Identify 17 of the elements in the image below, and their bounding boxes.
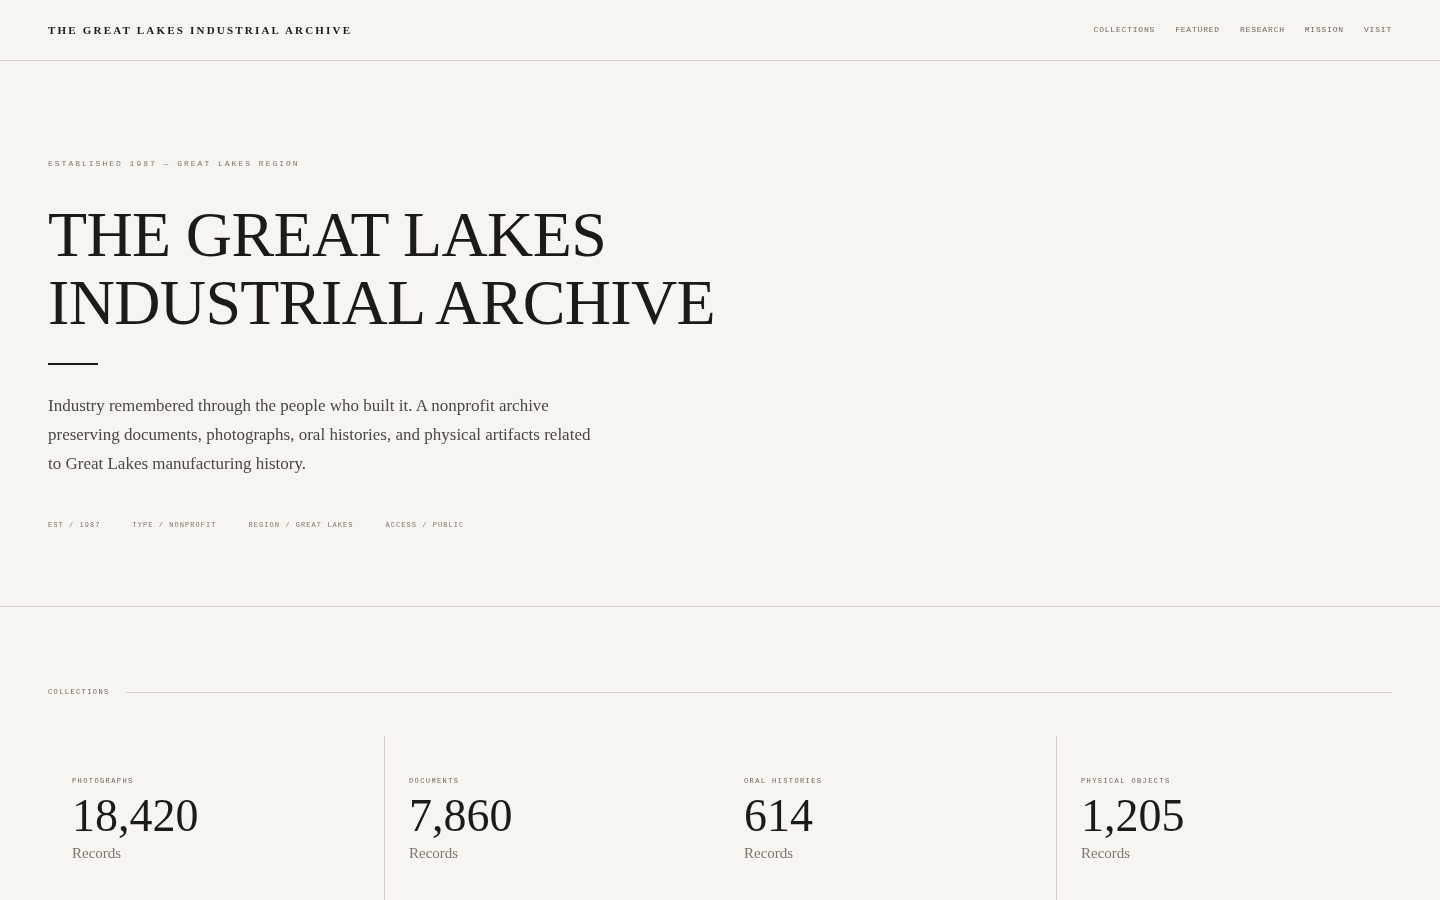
collection-count: 7,860 [409, 790, 514, 842]
collection-unit: Records [1081, 844, 1132, 863]
hero-description: Industry remembered through the people who built it. A nonprofit archive preserving documents, photographs, oral histories, and physical artifacts related to Great Lakes manufacturing history. [48, 395, 592, 475]
site-title[interactable]: THE GREAT LAKES INDUSTRIAL ARCHIVE [48, 21, 353, 39]
nav-link[interactable]: RESEARCH [1239, 24, 1285, 36]
nav-link[interactable]: MISSION [1304, 24, 1344, 36]
collection-count: 1,205 [1081, 790, 1186, 842]
hero-title: THE GREAT LAKES INDUSTRIAL ARCHIVE [48, 201, 716, 337]
nav-link[interactable]: VISIT [1364, 24, 1392, 36]
collection-count: 614 [744, 790, 814, 842]
collection-unit: Records [72, 844, 123, 863]
collection-unit: Records [744, 844, 795, 863]
nav-link[interactable]: COLLECTIONS [1093, 24, 1156, 36]
hero-eyebrow: ESTABLISHED 1987 — GREAT LAKES REGION [48, 158, 301, 170]
nav-link[interactable]: FEATURED [1175, 24, 1220, 36]
collection-count: 18,420 [72, 790, 200, 842]
collection-unit: Records [409, 844, 460, 863]
